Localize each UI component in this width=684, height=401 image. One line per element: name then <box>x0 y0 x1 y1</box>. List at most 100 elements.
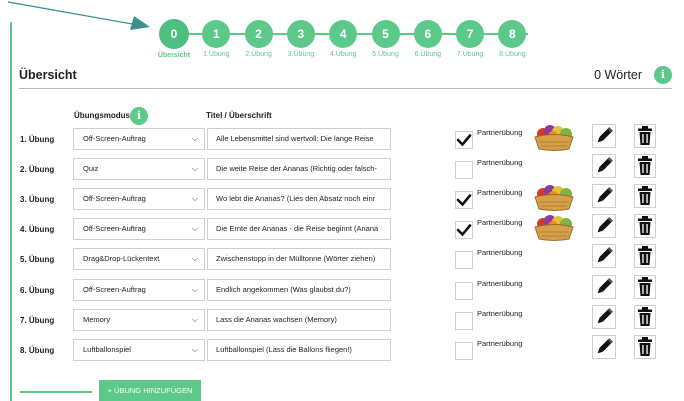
title-input[interactable]: Endlich angekommen (Was glaubst du?) <box>207 278 391 301</box>
exercise-row: 8. Übung Luftballonspiel ⌵ Luftballonspiel … <box>0 334 684 363</box>
divider <box>19 88 672 89</box>
add-exercise-button[interactable]: + ÜBUNG HINZUFÜGEN <box>99 380 201 401</box>
info-icon: i <box>130 107 148 125</box>
pencil-icon <box>593 247 615 271</box>
mode-value: Off-Screen-Auftrag <box>83 194 146 204</box>
step-4[interactable]: 4 4.Übung <box>321 20 365 58</box>
edit-button[interactable] <box>592 304 616 329</box>
edit-button[interactable] <box>592 274 616 299</box>
delete-button[interactable] <box>634 184 656 211</box>
exercise-row: 2. Übung Quiz ⌵ Die weite Reise der Ananas … <box>0 154 684 182</box>
partner-label: Partnerübung <box>477 308 523 318</box>
trash-icon <box>635 186 655 211</box>
delete-button[interactable] <box>634 334 656 362</box>
step-label: 3.Übung <box>287 51 315 58</box>
partner-label: Partnerübung <box>477 248 523 258</box>
partner-label: Partnerübung <box>477 278 523 288</box>
partner-checkbox[interactable] <box>455 251 473 270</box>
mode-value: Off-Screen-Auftrag <box>83 224 146 234</box>
column-header-title: Titel / Überschrift <box>206 111 272 120</box>
edit-button[interactable] <box>592 244 616 271</box>
step-7[interactable]: 7 7.Übung <box>448 20 492 58</box>
partner-checkbox[interactable] <box>455 131 473 149</box>
delete-button[interactable] <box>634 244 656 269</box>
trash-icon <box>635 336 655 362</box>
step-label: 1.Übung <box>203 51 230 58</box>
delete-button[interactable] <box>634 214 656 239</box>
mode-select[interactable]: Memory ⌵ <box>73 308 205 331</box>
mode-select[interactable]: Off-Screen-Auftrag ⌵ <box>73 128 205 150</box>
mode-select[interactable]: Quiz ⌵ <box>73 158 205 181</box>
step-6[interactable]: 6 6.Übung <box>406 20 450 58</box>
partner-checkbox[interactable] <box>455 281 473 300</box>
exercise-label: 5. Übung <box>20 255 55 265</box>
title-input[interactable]: Wo lebt die Ananas? (Lies den Absatz noc… <box>207 188 391 211</box>
chevron-down-icon: ⌵ <box>191 314 198 324</box>
step-number: 3 <box>286 20 315 48</box>
step-8[interactable]: 8 8.Übung <box>490 20 534 58</box>
word-count-info-button[interactable]: i <box>654 65 672 84</box>
step-1[interactable]: 1 1.Übung <box>194 20 238 58</box>
delete-button[interactable] <box>634 304 656 329</box>
title-input[interactable]: Die weite Reise der Ananas (Richtig oder… <box>207 158 391 181</box>
delete-button[interactable] <box>634 274 656 299</box>
mode-select[interactable]: Off-Screen-Auftrag ⌵ <box>73 278 205 301</box>
edit-button[interactable] <box>592 124 616 148</box>
trash-icon <box>635 156 655 181</box>
pencil-icon <box>593 127 615 151</box>
exercise-label: 4. Übung <box>20 225 55 235</box>
exercise-row: 1. Übung Off-Screen-Auftrag ⌵ Alle Lebensmi… <box>0 124 684 152</box>
chevron-down-icon: ⌵ <box>191 284 198 294</box>
step-5[interactable]: 5 5.Übung <box>364 20 408 58</box>
step-label: 7.Übung <box>456 51 484 58</box>
title-input[interactable]: Luftballonspiel (Lass die Ballons fliege… <box>207 338 391 361</box>
step-number: 8 <box>498 20 527 48</box>
chevron-down-icon: ⌵ <box>191 194 198 204</box>
step-number: 1 <box>202 20 231 48</box>
edit-button[interactable] <box>592 184 616 211</box>
step-number: 2 <box>244 20 273 48</box>
delete-button[interactable] <box>634 124 656 148</box>
mode-value: Quiz <box>83 164 99 174</box>
partner-checkbox[interactable] <box>455 221 473 240</box>
edit-button[interactable] <box>592 154 616 179</box>
step-0[interactable]: 0 Übersicht <box>152 19 196 59</box>
fruit-basket-icon <box>533 212 575 247</box>
step-number: 5 <box>371 20 400 48</box>
step-navigation: 0 Übersicht 1 1.Übung 2 2.Übung 3 3.Übung 4 4.Übu… <box>152 18 532 60</box>
mode-select[interactable]: Off-Screen-Auftrag ⌵ <box>73 218 205 241</box>
exercise-label: 7. Übung <box>20 315 55 325</box>
pencil-icon <box>593 187 615 211</box>
title-input[interactable]: Lass die Ananas wachsen (Memory) <box>207 308 391 331</box>
title-input[interactable]: Die Ernte der Ananas - die Reise beginnt… <box>207 218 391 241</box>
step-label: 8.Übung <box>499 51 526 58</box>
edit-button[interactable] <box>592 334 616 359</box>
step-number: 6 <box>413 20 442 48</box>
mode-value: Off-Screen-Auftrag <box>83 134 146 143</box>
mode-value: Memory <box>83 314 111 324</box>
mode-value: Drag&Drop-Lückentext <box>83 254 160 264</box>
exercise-label: 3. Übung <box>20 195 55 205</box>
delete-button[interactable] <box>634 154 656 181</box>
exercise-row: 7. Übung Memory ⌵ Lass die Ananas wachsen (… <box>0 304 684 333</box>
edit-button[interactable] <box>592 214 616 239</box>
mode-select[interactable]: Off-Screen-Auftrag ⌵ <box>73 188 205 211</box>
step-2[interactable]: 2 2.Übung <box>237 20 281 58</box>
fruit-basket-icon <box>533 122 575 157</box>
partner-checkbox[interactable] <box>455 311 473 330</box>
mode-info-button[interactable]: i <box>130 106 148 125</box>
partner-label: Partnerübung <box>477 338 523 348</box>
partner-checkbox[interactable] <box>455 341 473 360</box>
partner-checkbox[interactable] <box>455 161 473 180</box>
step-3[interactable]: 3 3.Übung <box>279 20 323 58</box>
step-number: 7 <box>456 20 485 48</box>
exercise-row: 6. Übung Off-Screen-Auftrag ⌵ Endlich angek… <box>0 274 684 303</box>
title-input[interactable]: Zwischenstopp in der Mülltonne (Wörter z… <box>207 248 391 271</box>
chevron-down-icon: ⌵ <box>191 164 198 174</box>
exercise-label: 8. Übung <box>20 345 55 355</box>
mode-select[interactable]: Drag&Drop-Lückentext ⌵ <box>73 248 205 271</box>
partner-checkbox[interactable] <box>455 191 473 210</box>
mode-select[interactable]: Luftballonspiel ⌵ <box>73 338 205 361</box>
trash-icon <box>635 126 655 151</box>
title-input[interactable]: Alle Lebensmittel sind wertvoll: Die lan… <box>207 128 391 150</box>
